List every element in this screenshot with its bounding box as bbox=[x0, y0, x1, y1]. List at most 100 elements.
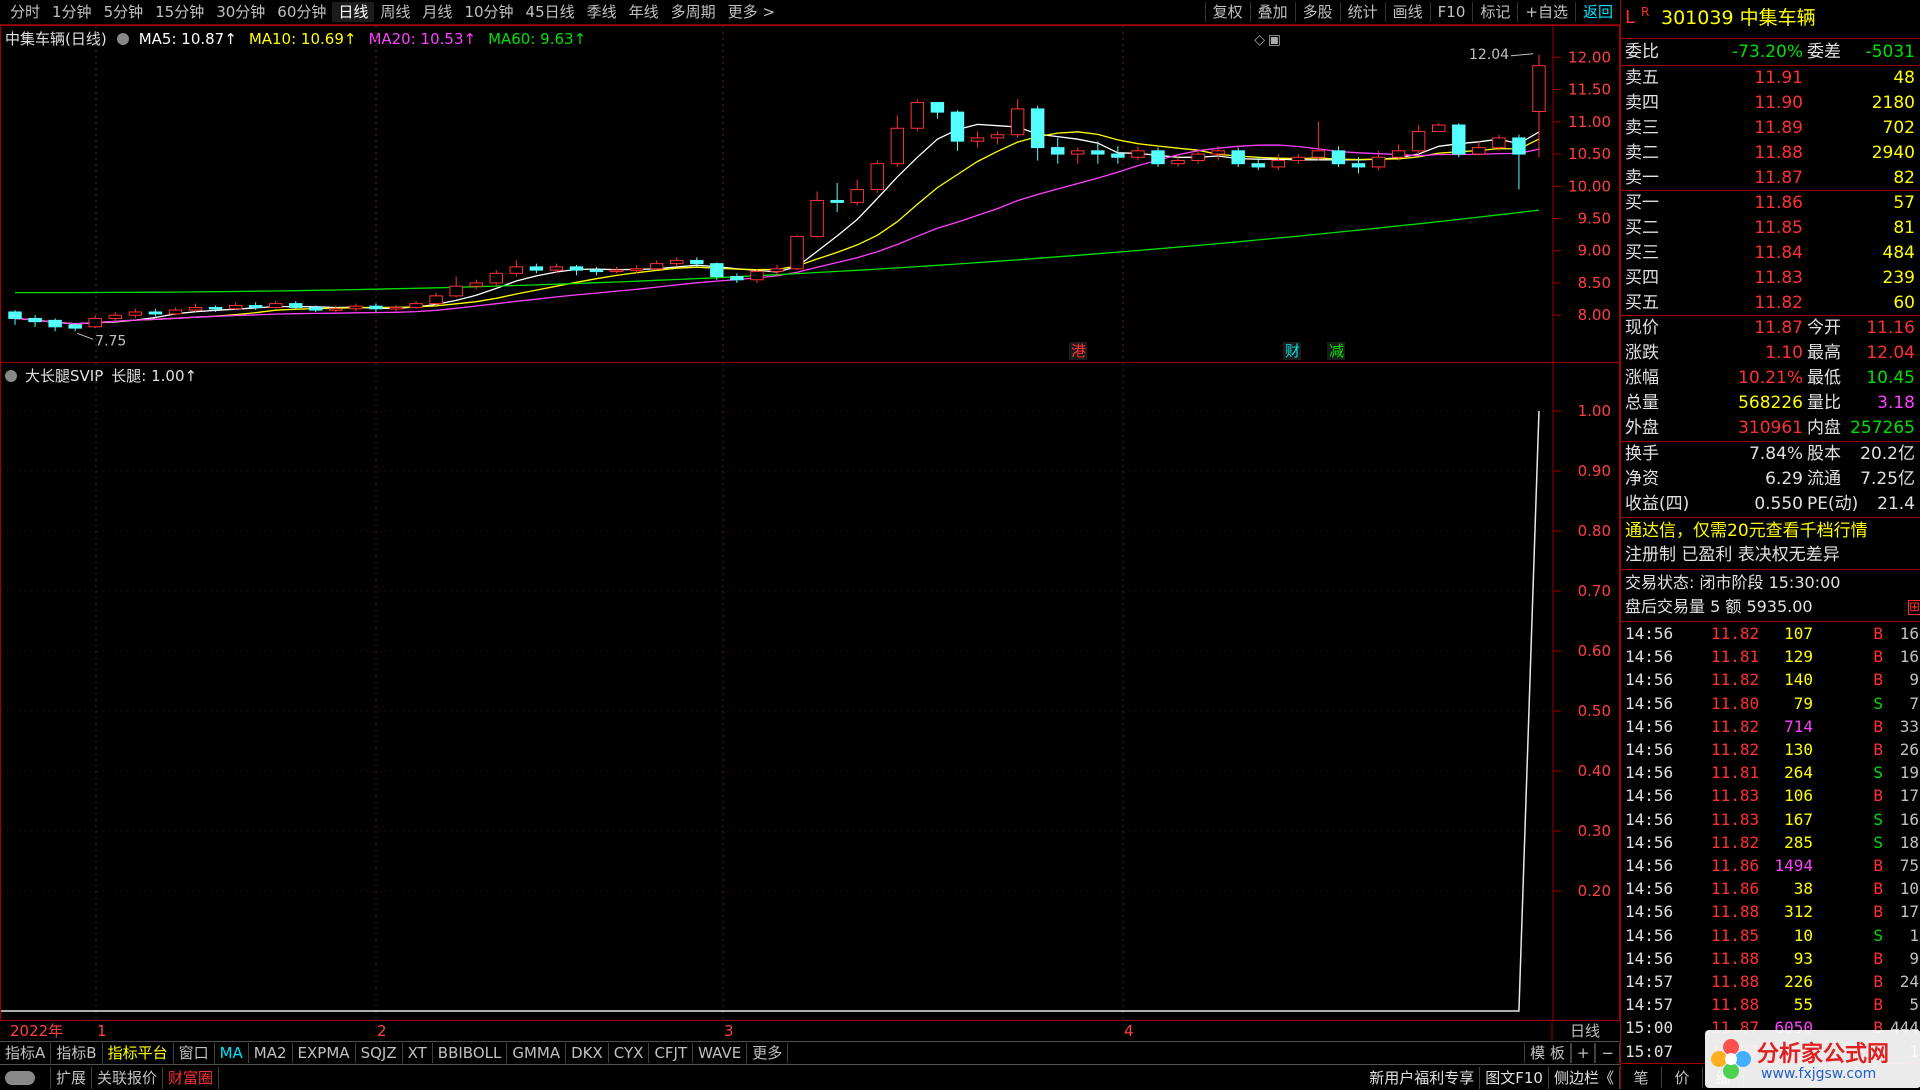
indicator-tab[interactable]: 窗口 bbox=[174, 1043, 215, 1063]
tick-volume: 312 bbox=[1784, 902, 1813, 922]
period-tab[interactable]: 45日线 bbox=[520, 2, 581, 22]
event-marker[interactable]: 港 bbox=[1071, 342, 1086, 360]
sidebar-toggle[interactable]: 侧边栏《 bbox=[1549, 1066, 1620, 1089]
indicator-tab[interactable]: 指标平台 bbox=[103, 1043, 174, 1063]
period-tab[interactable]: 15分钟 bbox=[149, 2, 210, 22]
ask-level-row[interactable]: 卖一 11.87 82 bbox=[1621, 166, 1920, 190]
candle-body bbox=[1271, 159, 1286, 168]
tool-button[interactable]: 多股 bbox=[1294, 2, 1340, 22]
tool-button[interactable]: 叠加 bbox=[1249, 2, 1295, 22]
indicator-tab[interactable]: 指标B bbox=[51, 1043, 103, 1063]
f10-button[interactable]: 图文F10 bbox=[1480, 1066, 1549, 1089]
ask-level-row[interactable]: 卖四 11.90 2180 bbox=[1621, 91, 1920, 115]
ask-level-volume: 2180 bbox=[1871, 93, 1915, 113]
candle-body bbox=[1492, 137, 1506, 149]
ask-level-label: 卖三 bbox=[1625, 118, 1659, 138]
period-tab[interactable]: 60分钟 bbox=[271, 2, 332, 22]
main-chart[interactable]: 中集车辆(日线) MA5: 10.87↑ MA10: 10.69↑ MA20: 10… bbox=[0, 25, 1620, 363]
quote-panel: L R 301039 中集车辆 委比 -73.20% 委差 -5031 卖五 11… bbox=[1620, 0, 1920, 1089]
tool-button[interactable]: 画线 bbox=[1384, 2, 1430, 22]
toggle-switch[interactable] bbox=[0, 1066, 51, 1089]
ask-level-row[interactable]: 卖五 11.91 48 bbox=[1621, 66, 1920, 90]
event-marker[interactable]: 财 bbox=[1285, 342, 1300, 360]
wealth-circle-button[interactable]: 财富圈 bbox=[163, 1066, 220, 1089]
bid-level-row[interactable]: 买五 11.82 60 bbox=[1621, 291, 1920, 315]
quote-value: 10.45 bbox=[1866, 368, 1915, 388]
tool-button[interactable]: 统计 bbox=[1339, 2, 1385, 22]
indicator-tab[interactable]: 指标A bbox=[0, 1043, 52, 1063]
period-tab[interactable]: 30分钟 bbox=[210, 2, 271, 22]
indicator-tab[interactable]: DKX bbox=[566, 1043, 609, 1063]
tool-button[interactable]: 返回 bbox=[1574, 2, 1620, 22]
indicator-chart[interactable]: 大长腿SVIP 长腿: 1.00↑ 1.00 0.90 0.80 0.70 0.60 0.… bbox=[0, 362, 1620, 1021]
tick-count: 10 bbox=[1899, 879, 1919, 899]
indicator-tab[interactable]: 更多 bbox=[747, 1043, 789, 1063]
bid-level-row[interactable]: 买三 11.84 484 bbox=[1621, 241, 1920, 265]
period-tab[interactable]: 月线 bbox=[416, 2, 458, 22]
tick-time: 14:57 bbox=[1625, 995, 1674, 1015]
quote-value: 1.10 bbox=[1765, 343, 1803, 363]
bid-level-row[interactable]: 买四 11.83 239 bbox=[1621, 266, 1920, 290]
tick-time: 14:56 bbox=[1625, 809, 1674, 829]
tick-volume: 1494 bbox=[1774, 856, 1813, 875]
watermark-url: www.fxjgsw.com bbox=[1761, 1066, 1877, 1082]
period-tab[interactable]: 年线 bbox=[623, 2, 665, 22]
indicator-tab[interactable]: CFJT bbox=[649, 1043, 694, 1063]
indicator-tab[interactable]: MA bbox=[215, 1043, 249, 1063]
related-quote-button[interactable]: 关联报价 bbox=[92, 1066, 164, 1089]
tick-price: 11.82 bbox=[1711, 716, 1760, 736]
indicator-tab[interactable]: CYX bbox=[609, 1043, 650, 1063]
tick-view-tab[interactable]: 价 bbox=[1662, 1066, 1703, 1088]
period-tab[interactable]: 周线 bbox=[374, 2, 416, 22]
quote-value: 568226 bbox=[1738, 393, 1803, 413]
bid-level-row[interactable]: 买一 11.86 57 bbox=[1621, 191, 1920, 215]
candlestick-chart: 12.00 11.50 11.00 10.50 10.00 9.50 9.00 8.50 8.0… bbox=[8, 26, 1611, 362]
period-tab[interactable]: 日线 bbox=[332, 2, 375, 22]
event-marker[interactable]: 减 bbox=[1329, 342, 1344, 360]
period-tab[interactable]: 季线 bbox=[581, 2, 623, 22]
ask-level-row[interactable]: 卖二 11.88 2940 bbox=[1621, 141, 1920, 165]
period-tab[interactable]: 分时 bbox=[4, 2, 46, 22]
indicator-tab[interactable]: XT bbox=[403, 1043, 433, 1063]
tick-volume: 226 bbox=[1784, 972, 1813, 991]
tick-row: 14:57 11.88 55 B 5 bbox=[1621, 993, 1920, 1016]
tool-button[interactable]: 复权 bbox=[1204, 2, 1250, 22]
indicator-tab[interactable]: WAVE bbox=[693, 1043, 748, 1063]
candle-body bbox=[28, 317, 42, 323]
indicator-tab[interactable]: GMMA bbox=[507, 1043, 567, 1063]
period-tab[interactable]: 更多 > bbox=[722, 2, 781, 22]
tool-button[interactable]: F10 bbox=[1429, 2, 1473, 22]
indicator-tab[interactable]: SQJZ bbox=[356, 1043, 403, 1063]
detail-icon[interactable]: ⊞ bbox=[1908, 600, 1920, 615]
after-hours-text: 盘后交易量 5 额 5935.00 bbox=[1625, 597, 1813, 616]
tool-button[interactable]: 标记 bbox=[1472, 2, 1517, 22]
period-tab[interactable]: 5分钟 bbox=[98, 2, 150, 22]
tick-row: 14:56 11.88 312 B 17 bbox=[1621, 900, 1920, 923]
period-tab[interactable]: 多周期 bbox=[665, 2, 722, 22]
template-control[interactable]: 模 板 bbox=[1524, 1043, 1571, 1063]
tick-time: 14:56 bbox=[1625, 763, 1674, 783]
indicator-tab[interactable]: MA2 bbox=[249, 1043, 293, 1063]
tick-view-tab[interactable]: 笔 bbox=[1621, 1066, 1662, 1088]
period-tab[interactable]: 1分钟 bbox=[46, 2, 98, 22]
template-control[interactable]: + bbox=[1570, 1043, 1596, 1063]
fundamental-label: PE(动) bbox=[1807, 494, 1859, 514]
promo-link[interactable]: 新用户福利专享 bbox=[1364, 1066, 1481, 1089]
bid-level-row[interactable]: 买二 11.85 81 bbox=[1621, 216, 1920, 240]
ask-level-row[interactable]: 卖三 11.89 702 bbox=[1621, 116, 1920, 140]
fundamental-label: 流通 bbox=[1807, 469, 1841, 489]
candle-body bbox=[970, 137, 985, 142]
tool-button[interactable]: +自选 bbox=[1517, 2, 1575, 22]
watermark: 分析家公式网 www.fxjgsw.com bbox=[1705, 1030, 1920, 1088]
candle-body bbox=[930, 101, 945, 113]
period-tab[interactable]: 10分钟 bbox=[458, 2, 519, 22]
expand-button[interactable]: 扩展 bbox=[51, 1066, 93, 1089]
template-control[interactable]: − bbox=[1595, 1043, 1620, 1063]
candle-body bbox=[1071, 150, 1085, 155]
indicator-tab[interactable]: EXPMA bbox=[293, 1043, 356, 1063]
fundamental-value: 7.25亿 bbox=[1860, 469, 1915, 489]
tick-row: 14:56 11.82 714 B 33 bbox=[1621, 715, 1920, 738]
level2-ad[interactable]: 通达信，仅需20元查看千档行情 bbox=[1621, 519, 1920, 543]
indicator-tab[interactable]: BBIBOLL bbox=[433, 1043, 508, 1063]
y-tick-label: 11.50 bbox=[1568, 81, 1611, 99]
